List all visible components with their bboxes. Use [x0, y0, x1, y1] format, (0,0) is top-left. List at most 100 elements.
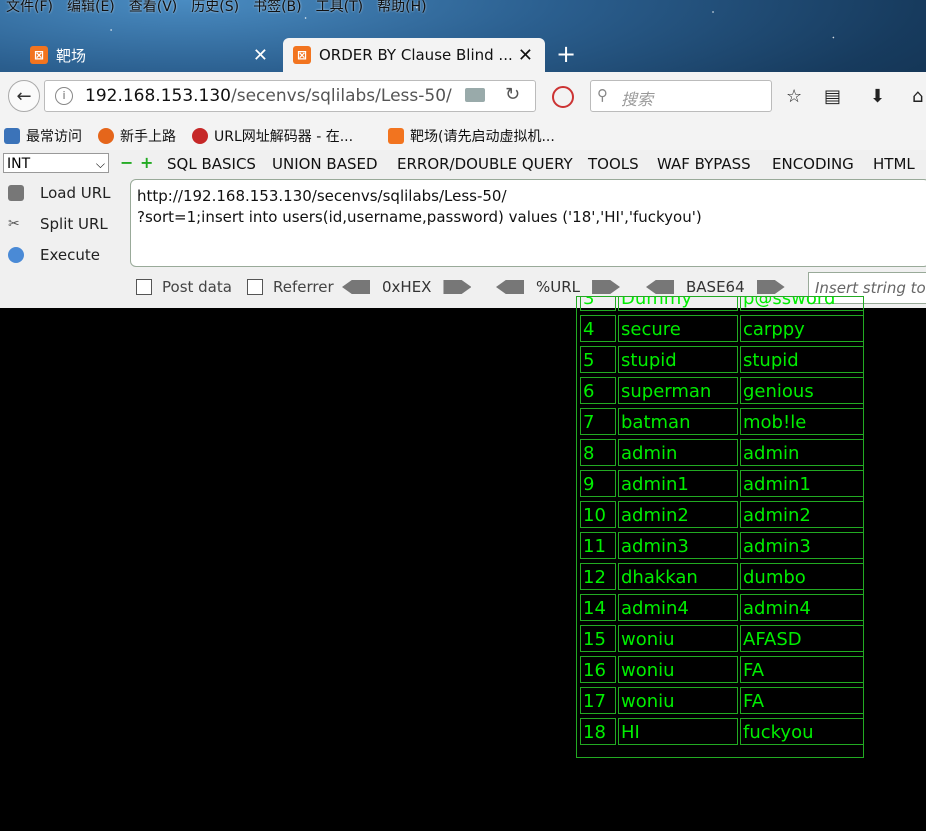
- execute-button[interactable]: Execute: [8, 246, 100, 264]
- arrow-right-icon[interactable]: [756, 280, 785, 294]
- bookmark-getting-started[interactable]: 新手上路: [98, 126, 176, 146]
- xampp-icon: [388, 128, 404, 144]
- url-line-1: http://192.168.153.130/secenvs/sqlilabs/…: [137, 187, 507, 205]
- menu-item[interactable]: 工具(T): [316, 0, 363, 20]
- type-select[interactable]: INT ⌵: [3, 153, 109, 173]
- menu-error-double-query[interactable]: ERROR/DOUBLE QUERY: [397, 155, 573, 173]
- checkbox[interactable]: [247, 279, 263, 295]
- arrow-left-icon[interactable]: [496, 280, 524, 294]
- url-bar[interactable]: i 192.168.153.130/secenvs/sqlilabs/Less-…: [44, 80, 536, 112]
- username-cell: superman: [618, 377, 738, 404]
- table-row: 8 admin admin: [580, 439, 863, 470]
- plus-icon[interactable]: +: [140, 153, 153, 172]
- xampp-icon: ⊠: [293, 46, 311, 64]
- password-cell: FA: [740, 687, 863, 714]
- table-row: 18 HI fuckyou: [580, 718, 863, 749]
- close-icon[interactable]: ✕: [518, 45, 533, 66]
- library-icon[interactable]: ▤: [824, 86, 841, 107]
- table-row: 6 superman genious: [580, 377, 863, 408]
- arrow-left-icon[interactable]: [646, 280, 674, 294]
- password-cell: admin3: [740, 532, 863, 559]
- close-icon[interactable]: ✕: [253, 45, 268, 66]
- id-cell: 16: [580, 656, 616, 683]
- url-textarea[interactable]: http://192.168.153.130/secenvs/sqlilabs/…: [130, 179, 926, 267]
- id-cell: 8: [580, 439, 616, 466]
- search-input[interactable]: ⚲ 搜索: [590, 80, 772, 112]
- table-row: 12 dhakkan dumbo: [580, 563, 863, 594]
- download-icon[interactable]: ⬇: [870, 86, 885, 107]
- load-url-icon: [8, 185, 24, 201]
- table-row: 17 woniu FA: [580, 687, 863, 718]
- bookmark-star-icon[interactable]: ☆: [786, 86, 802, 107]
- id-cell: 10: [580, 501, 616, 528]
- username-cell: Dummy: [618, 297, 738, 311]
- load-url-button[interactable]: Load URL: [8, 184, 111, 202]
- post-data-label: Post data: [162, 278, 232, 296]
- username-cell: woniu: [618, 687, 738, 714]
- bookmark-target-range[interactable]: 靶场(请先启动虚拟机...: [388, 126, 555, 146]
- menu-waf-bypass[interactable]: WAF BYPASS: [657, 155, 751, 173]
- play-icon: [8, 247, 24, 263]
- post-data-checkbox[interactable]: Post data: [136, 278, 232, 296]
- menu-item[interactable]: 书签(B): [253, 0, 302, 20]
- menu-tools[interactable]: TOOLS: [588, 155, 639, 173]
- menu-html[interactable]: HTML: [873, 155, 915, 173]
- menu-item[interactable]: 历史(S): [191, 0, 239, 20]
- bookmark-url-decoder[interactable]: URL网址解码器 - 在...: [192, 126, 353, 146]
- table-row: 16 woniu FA: [580, 656, 863, 687]
- bookmark-label: 最常访问: [26, 129, 82, 145]
- split-url-button[interactable]: ✂ Split URL: [8, 215, 108, 233]
- id-cell: 4: [580, 315, 616, 342]
- id-cell: 7: [580, 408, 616, 435]
- username-cell: dhakkan: [618, 563, 738, 590]
- search-icon: ⚲: [597, 86, 608, 104]
- menu-sql-basics[interactable]: SQL BASICS: [167, 155, 256, 173]
- results-table: 3 Dummy p@ssword 4 secure carppy 5 stupid stupid…: [576, 296, 864, 758]
- menu-item[interactable]: 查看(V): [129, 0, 178, 20]
- bookmark-most-visited[interactable]: 最常访问: [4, 126, 82, 146]
- username-cell: stupid: [618, 346, 738, 373]
- referrer-checkbox[interactable]: Referrer: [247, 278, 334, 296]
- password-cell: admin1: [740, 470, 863, 497]
- username-cell: HI: [618, 718, 738, 745]
- reload-icon[interactable]: ↻: [505, 84, 520, 105]
- back-button[interactable]: ←: [8, 80, 40, 112]
- id-cell: 12: [580, 563, 616, 590]
- tab-order-by-blind[interactable]: ⊠ ORDER BY Clause Blind ... ✕: [283, 38, 545, 72]
- info-icon[interactable]: i: [55, 87, 73, 105]
- bookmark-label: 靶场(请先启动虚拟机...: [410, 129, 555, 145]
- table-row: 9 admin1 admin1: [580, 470, 863, 501]
- password-cell: AFASD: [740, 625, 863, 652]
- firefox-icon: [98, 128, 114, 144]
- table-row: 4 secure carppy: [580, 315, 863, 346]
- id-cell: 3: [580, 297, 616, 311]
- menu-item[interactable]: 文件(F): [6, 0, 53, 20]
- execute-label: Execute: [40, 246, 100, 264]
- hex-label: 0xHEX: [382, 278, 432, 296]
- hackbar-menu: INT ⌵ − + SQL BASICS UNION BASED ERROR/D…: [0, 150, 926, 178]
- checkbox[interactable]: [136, 279, 152, 295]
- menu-item[interactable]: 帮助(H): [377, 0, 426, 20]
- home-icon[interactable]: ⌂: [912, 86, 923, 107]
- arrow-left-icon[interactable]: [342, 280, 370, 294]
- arrow-right-icon[interactable]: [592, 280, 621, 294]
- reader-view-icon[interactable]: [465, 88, 485, 102]
- minus-icon[interactable]: −: [120, 153, 133, 172]
- username-cell: admin3: [618, 532, 738, 559]
- split-url-label: Split URL: [40, 215, 108, 233]
- tab-label: ORDER BY Clause Blind ...: [319, 46, 513, 64]
- id-cell: 5: [580, 346, 616, 373]
- id-cell: 15: [580, 625, 616, 652]
- block-icon[interactable]: [552, 86, 574, 108]
- password-cell: admin: [740, 439, 863, 466]
- table-row: 15 woniu AFASD: [580, 625, 863, 656]
- new-tab-button[interactable]: +: [556, 42, 576, 66]
- url-host: 192.168.153.130: [85, 86, 232, 106]
- hex-encoder: 0xHEX: [342, 278, 472, 296]
- menu-union-based[interactable]: UNION BASED: [272, 155, 378, 173]
- menu-encoding[interactable]: ENCODING: [772, 155, 854, 173]
- menu-item[interactable]: 编辑(E): [67, 0, 115, 20]
- bookmarks-toolbar: 最常访问 新手上路 URL网址解码器 - 在... 靶场(请先启动虚拟机...: [0, 118, 926, 150]
- tab-target-range[interactable]: ⊠ 靶场 ✕: [20, 38, 280, 72]
- arrow-right-icon[interactable]: [443, 280, 472, 294]
